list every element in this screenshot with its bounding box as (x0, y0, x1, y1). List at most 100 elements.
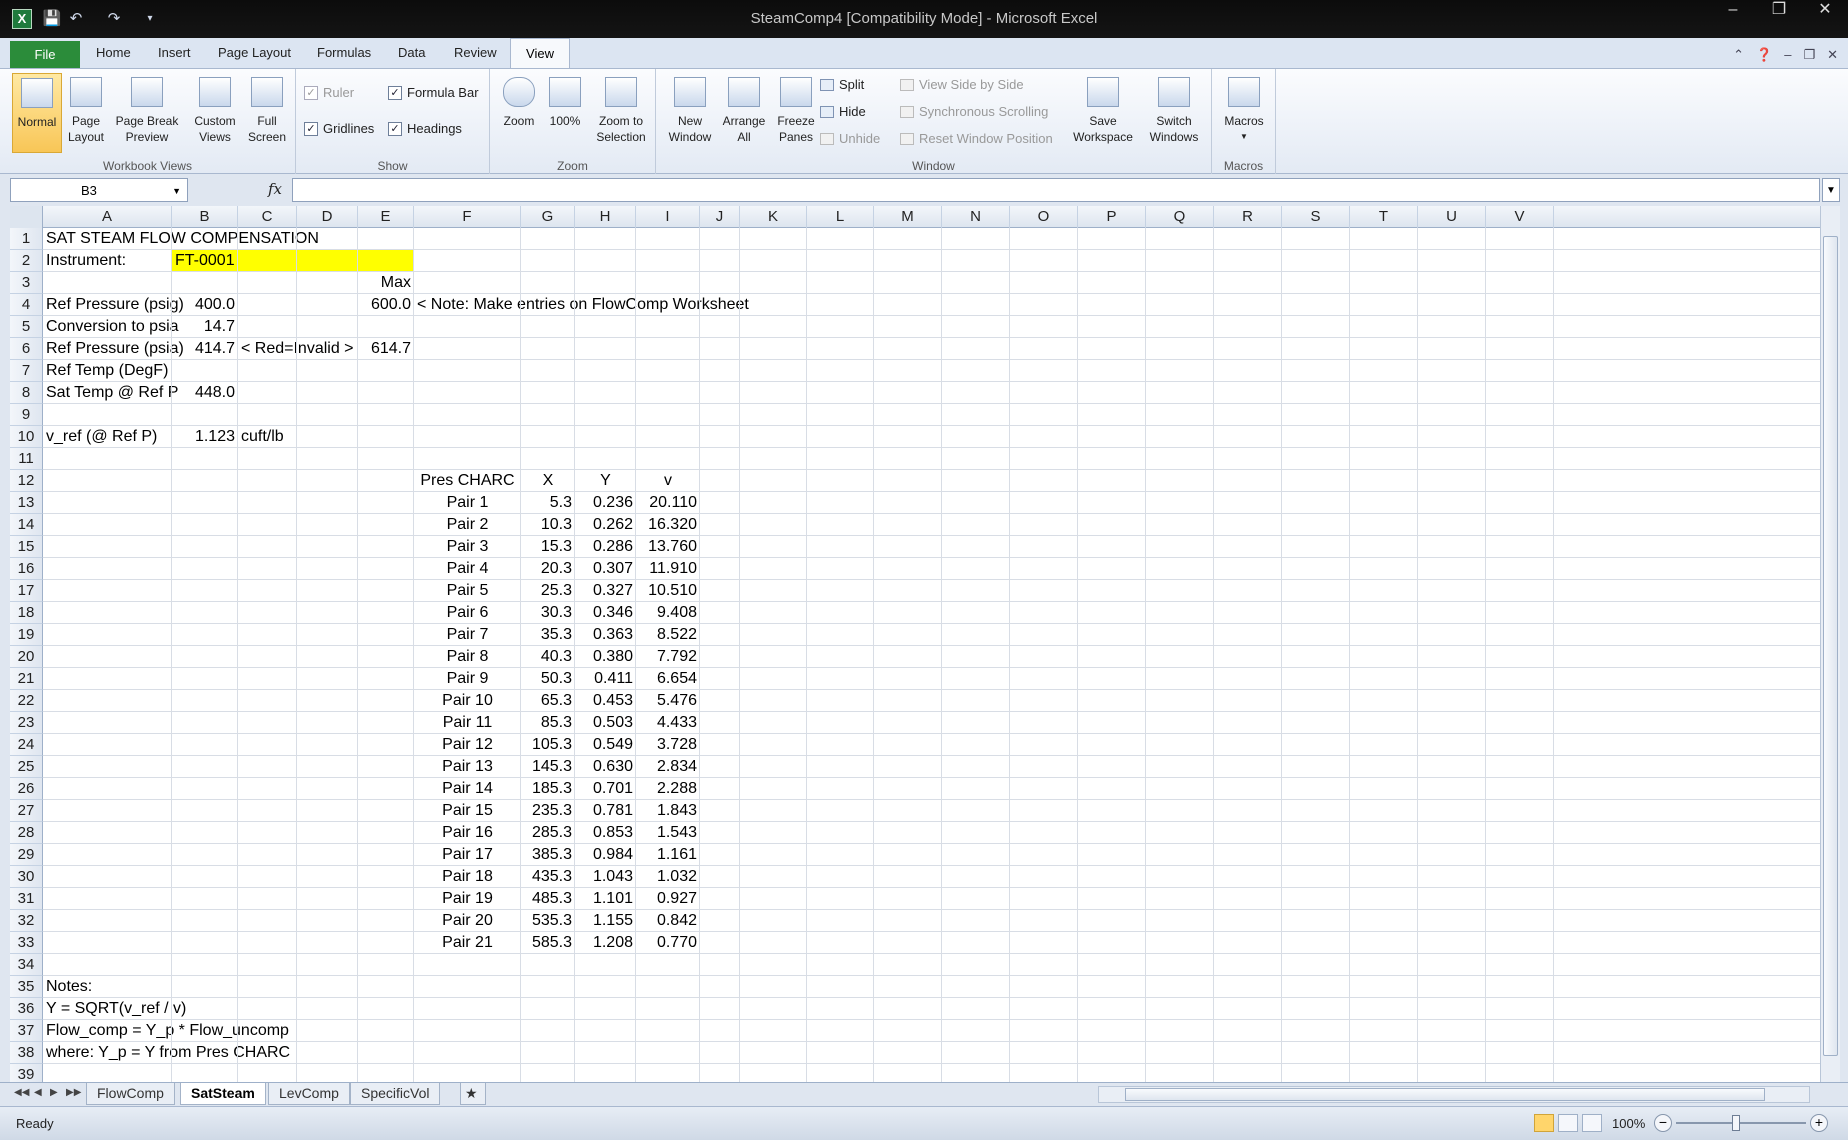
page-layout-button[interactable]: Page Layout (66, 73, 106, 153)
column-header-m[interactable]: M (874, 206, 942, 228)
row-header-31[interactable]: 31 (10, 888, 43, 910)
table-cell-x[interactable]: 185.3 (521, 778, 575, 800)
table-cell-x[interactable]: 25.3 (521, 580, 575, 602)
row-header-19[interactable]: 19 (10, 624, 43, 646)
table-header-v[interactable]: v (636, 470, 700, 492)
table-cell-v[interactable]: 1.843 (636, 800, 700, 822)
formula-bar-checkbox[interactable]: ✓ Formula Bar (388, 85, 479, 100)
table-cell-y[interactable]: 0.630 (575, 756, 636, 778)
table-cell-v[interactable]: 20.110 (636, 492, 700, 514)
row-header-34[interactable]: 34 (10, 954, 43, 976)
table-cell-x[interactable]: 385.3 (521, 844, 575, 866)
column-header-t[interactable]: T (1350, 206, 1418, 228)
column-header-u[interactable]: U (1418, 206, 1486, 228)
table-cell-v[interactable]: 0.770 (636, 932, 700, 954)
row-header-12[interactable]: 12 (10, 470, 43, 492)
cell-a36[interactable]: Y = SQRT(v_ref / v) (46, 998, 186, 1020)
select-all-button[interactable] (10, 206, 43, 228)
table-cell-y[interactable]: 0.411 (575, 668, 636, 690)
zoom-to-selection-button[interactable]: Zoom to Selection (590, 73, 652, 153)
table-cell-y[interactable]: 0.853 (575, 822, 636, 844)
zoom-level[interactable]: 100% (1612, 1116, 1645, 1131)
table-cell-pair[interactable]: Pair 3 (414, 536, 521, 558)
view-side-by-side-button[interactable]: View Side by Side (900, 77, 1024, 92)
table-cell-y[interactable]: 0.503 (575, 712, 636, 734)
cell-c10[interactable]: cuft/lb (241, 426, 284, 448)
row-header-32[interactable]: 32 (10, 910, 43, 932)
page-layout-view-icon[interactable] (1558, 1114, 1578, 1132)
help-icon[interactable]: ❓ (1756, 47, 1772, 63)
table-cell-pair[interactable]: Pair 8 (414, 646, 521, 668)
arrange-all-button[interactable]: Arrange All (718, 73, 770, 153)
freeze-panes-button[interactable]: Freeze Panes (770, 73, 822, 153)
row-header-38[interactable]: 38 (10, 1042, 43, 1064)
column-header-v[interactable]: V (1486, 206, 1554, 228)
table-cell-x[interactable]: 285.3 (521, 822, 575, 844)
table-cell-y[interactable]: 0.327 (575, 580, 636, 602)
row-header-25[interactable]: 25 (10, 756, 43, 778)
column-header-i[interactable]: I (636, 206, 700, 228)
horizontal-scrollbar[interactable] (1098, 1086, 1810, 1103)
cell-a38[interactable]: where: Y_p = Y from Pres CHARC (46, 1042, 290, 1064)
table-header-pres-charc[interactable]: Pres CHARC (414, 470, 521, 492)
row-header-5[interactable]: 5 (10, 316, 43, 338)
row-header-8[interactable]: 8 (10, 382, 43, 404)
table-cell-y[interactable]: 0.286 (575, 536, 636, 558)
cell-b2[interactable]: FT-0001 (175, 250, 235, 272)
row-header-27[interactable]: 27 (10, 800, 43, 822)
cell-a10[interactable]: v_ref (@ Ref P) (46, 426, 157, 448)
switch-windows-button[interactable]: Switch Windows (1140, 73, 1208, 153)
cell-a2[interactable]: Instrument: (46, 250, 126, 272)
table-cell-v[interactable]: 1.032 (636, 866, 700, 888)
zoom-button[interactable]: Zoom (498, 73, 540, 153)
row-header-7[interactable]: 7 (10, 360, 43, 382)
column-header-r[interactable]: R (1214, 206, 1282, 228)
row-header-21[interactable]: 21 (10, 668, 43, 690)
table-cell-v[interactable]: 3.728 (636, 734, 700, 756)
cell-a6[interactable]: Ref Pressure (psia) (46, 338, 184, 360)
worksheet-grid[interactable]: ABCDEFGHIJKLMNOPQRSTUV 1 2 3 4 5 6 7 8 9 10 11 12 13… (10, 206, 1820, 1082)
table-cell-v[interactable]: 11.910 (636, 558, 700, 580)
tab-home[interactable]: Home (96, 45, 131, 60)
new-window-button[interactable]: New Window (664, 73, 716, 153)
ruler-checkbox[interactable]: ✓ Ruler (304, 85, 354, 100)
cell-a1[interactable]: SAT STEAM FLOW COMPENSATION (46, 228, 319, 250)
table-cell-pair[interactable]: Pair 6 (414, 602, 521, 624)
table-cell-x[interactable]: 105.3 (521, 734, 575, 756)
table-cell-pair[interactable]: Pair 4 (414, 558, 521, 580)
restore-icon[interactable]: ❐ (1756, 0, 1802, 22)
cell-b10[interactable]: 1.123 (172, 426, 238, 448)
column-header-k[interactable]: K (740, 206, 807, 228)
macros-button[interactable]: Macros ▼ (1218, 73, 1270, 153)
page-break-preview-button[interactable]: Page Break Preview (112, 73, 182, 153)
column-header-d[interactable]: D (297, 206, 358, 228)
close-icon[interactable]: ✕ (1802, 0, 1848, 22)
cell-c6[interactable]: < Red=Invalid > (241, 338, 354, 360)
column-header-e[interactable]: E (358, 206, 414, 228)
table-cell-v[interactable]: 6.654 (636, 668, 700, 690)
row-header-20[interactable]: 20 (10, 646, 43, 668)
row-header-10[interactable]: 10 (10, 426, 43, 448)
cell-e3[interactable]: Max (358, 272, 414, 294)
table-cell-v[interactable]: 4.433 (636, 712, 700, 734)
tab-data[interactable]: Data (398, 45, 425, 60)
last-sheet-icon[interactable]: ▶▶ (66, 1087, 81, 1098)
table-cell-pair[interactable]: Pair 13 (414, 756, 521, 778)
table-cell-pair[interactable]: Pair 11 (414, 712, 521, 734)
tab-formulas[interactable]: Formulas (317, 45, 371, 60)
cell-b6[interactable]: 414.7 (172, 338, 238, 360)
row-header-35[interactable]: 35 (10, 976, 43, 998)
table-header-y[interactable]: Y (575, 470, 636, 492)
hide-button[interactable]: Hide (820, 104, 866, 119)
cell-b5[interactable]: 14.7 (172, 316, 238, 338)
row-header-18[interactable]: 18 (10, 602, 43, 624)
row-header-30[interactable]: 30 (10, 866, 43, 888)
table-cell-pair[interactable]: Pair 10 (414, 690, 521, 712)
table-cell-v[interactable]: 5.476 (636, 690, 700, 712)
vertical-scroll-thumb[interactable] (1823, 236, 1838, 1056)
table-cell-pair[interactable]: Pair 1 (414, 492, 521, 514)
column-header-b[interactable]: B (172, 206, 238, 228)
insert-sheet-icon[interactable]: ★ (460, 1083, 486, 1105)
normal-view-icon[interactable] (1534, 1114, 1554, 1132)
row-header-33[interactable]: 33 (10, 932, 43, 954)
